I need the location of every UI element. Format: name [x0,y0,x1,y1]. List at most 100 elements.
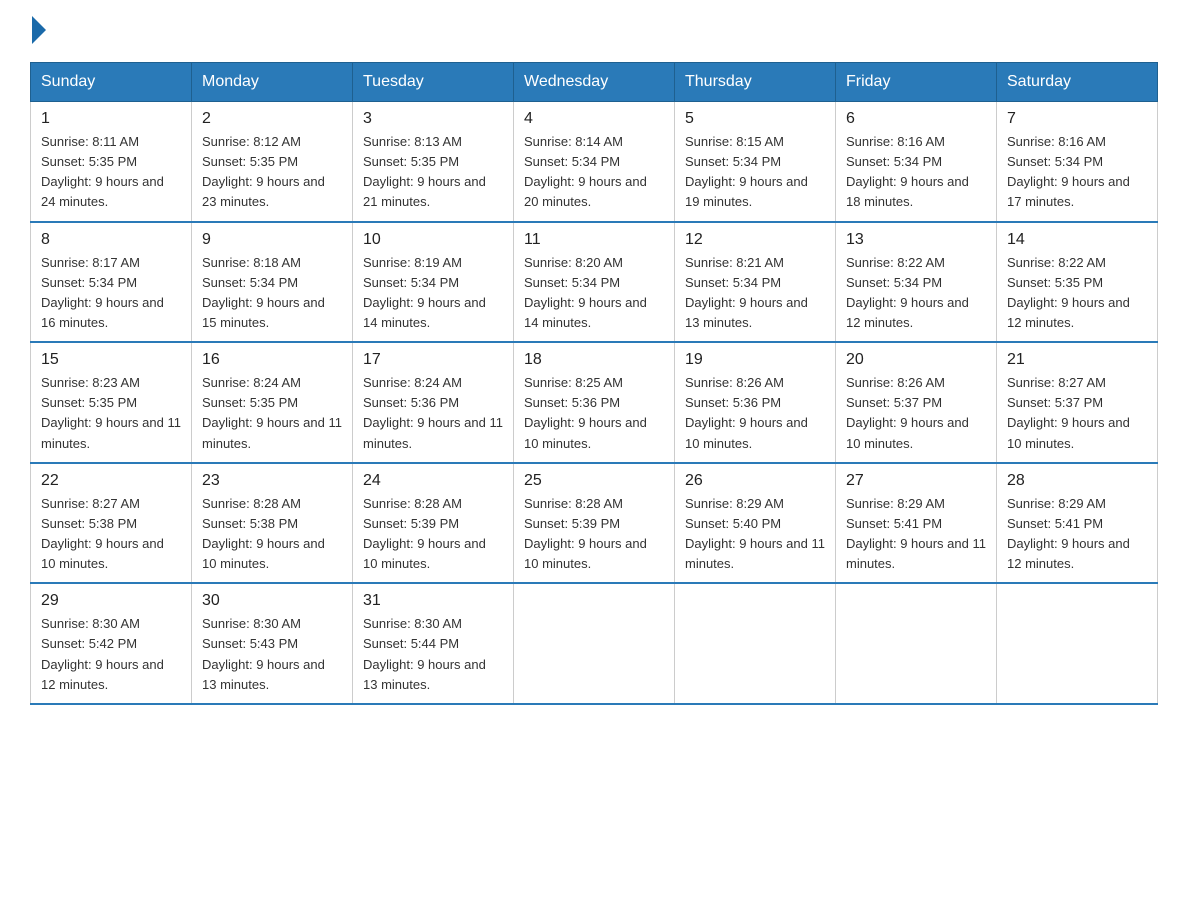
day-number: 4 [524,110,664,128]
day-number: 7 [1007,110,1147,128]
day-number: 29 [41,592,181,610]
day-number: 13 [846,231,986,249]
day-number: 31 [363,592,503,610]
day-info: Sunrise: 8:19 AMSunset: 5:34 PMDaylight:… [363,253,503,334]
day-info: Sunrise: 8:30 AMSunset: 5:43 PMDaylight:… [202,614,342,695]
day-header-wednesday: Wednesday [514,63,675,102]
day-info: Sunrise: 8:16 AMSunset: 5:34 PMDaylight:… [1007,132,1147,213]
calendar-cell [997,583,1158,704]
calendar-cell [514,583,675,704]
day-info: Sunrise: 8:27 AMSunset: 5:38 PMDaylight:… [41,494,181,575]
calendar-cell: 24Sunrise: 8:28 AMSunset: 5:39 PMDayligh… [353,463,514,584]
day-info: Sunrise: 8:15 AMSunset: 5:34 PMDaylight:… [685,132,825,213]
day-info: Sunrise: 8:14 AMSunset: 5:34 PMDaylight:… [524,132,664,213]
day-info: Sunrise: 8:13 AMSunset: 5:35 PMDaylight:… [363,132,503,213]
day-number: 18 [524,351,664,369]
day-info: Sunrise: 8:25 AMSunset: 5:36 PMDaylight:… [524,373,664,454]
day-info: Sunrise: 8:26 AMSunset: 5:37 PMDaylight:… [846,373,986,454]
calendar-cell: 4 Sunrise: 8:14 AMSunset: 5:34 PMDaylight… [514,102,675,222]
day-number: 23 [202,472,342,490]
day-number: 5 [685,110,825,128]
day-info: Sunrise: 8:29 AMSunset: 5:41 PMDaylight:… [1007,494,1147,575]
day-number: 25 [524,472,664,490]
week-row-3: 15Sunrise: 8:23 AMSunset: 5:35 PMDayligh… [31,342,1158,463]
calendar-cell: 1 Sunrise: 8:11 AMSunset: 5:35 PMDaylight… [31,102,192,222]
calendar-cell: 27 Sunrise: 8:29 AMSunset: 5:41 PMDayligh… [836,463,997,584]
logo [30,20,46,44]
calendar-cell: 16 Sunrise: 8:24 AMSunset: 5:35 PMDayligh… [192,342,353,463]
day-number: 10 [363,231,503,249]
calendar-cell: 31 Sunrise: 8:30 AMSunset: 5:44 PMDayligh… [353,583,514,704]
day-number: 28 [1007,472,1147,490]
calendar-cell: 3 Sunrise: 8:13 AMSunset: 5:35 PMDaylight… [353,102,514,222]
day-info: Sunrise: 8:18 AMSunset: 5:34 PMDaylight:… [202,253,342,334]
day-info: Sunrise: 8:22 AMSunset: 5:35 PMDaylight:… [1007,253,1147,334]
day-header-thursday: Thursday [675,63,836,102]
calendar-cell: 12Sunrise: 8:21 AMSunset: 5:34 PMDayligh… [675,222,836,343]
week-row-4: 22 Sunrise: 8:27 AMSunset: 5:38 PMDayligh… [31,463,1158,584]
calendar-cell: 18 Sunrise: 8:25 AMSunset: 5:36 PMDayligh… [514,342,675,463]
day-info: Sunrise: 8:11 AMSunset: 5:35 PMDaylight:… [41,132,181,213]
day-number: 6 [846,110,986,128]
day-number: 1 [41,110,181,128]
day-number: 20 [846,351,986,369]
day-info: Sunrise: 8:22 AMSunset: 5:34 PMDaylight:… [846,253,986,334]
calendar-cell: 20 Sunrise: 8:26 AMSunset: 5:37 PMDayligh… [836,342,997,463]
day-header-friday: Friday [836,63,997,102]
logo-triangle-icon [32,16,46,44]
day-info: Sunrise: 8:24 AMSunset: 5:36 PMDaylight:… [363,373,503,454]
day-info: Sunrise: 8:29 AMSunset: 5:40 PMDaylight:… [685,494,825,575]
calendar-cell: 29Sunrise: 8:30 AMSunset: 5:42 PMDayligh… [31,583,192,704]
calendar-cell: 25 Sunrise: 8:28 AMSunset: 5:39 PMDayligh… [514,463,675,584]
day-number: 19 [685,351,825,369]
calendar-cell [675,583,836,704]
calendar-cell: 9 Sunrise: 8:18 AMSunset: 5:34 PMDaylight… [192,222,353,343]
calendar-cell: 13 Sunrise: 8:22 AMSunset: 5:34 PMDayligh… [836,222,997,343]
day-number: 14 [1007,231,1147,249]
day-number: 8 [41,231,181,249]
calendar-table: SundayMondayTuesdayWednesdayThursdayFrid… [30,62,1158,705]
day-header-tuesday: Tuesday [353,63,514,102]
day-info: Sunrise: 8:16 AMSunset: 5:34 PMDaylight:… [846,132,986,213]
day-number: 16 [202,351,342,369]
day-number: 24 [363,472,503,490]
page-header [30,20,1158,44]
calendar-cell: 22 Sunrise: 8:27 AMSunset: 5:38 PMDayligh… [31,463,192,584]
calendar-cell: 17Sunrise: 8:24 AMSunset: 5:36 PMDayligh… [353,342,514,463]
days-header-row: SundayMondayTuesdayWednesdayThursdayFrid… [31,63,1158,102]
day-number: 9 [202,231,342,249]
day-number: 2 [202,110,342,128]
calendar-cell: 5 Sunrise: 8:15 AMSunset: 5:34 PMDaylight… [675,102,836,222]
day-number: 22 [41,472,181,490]
day-number: 21 [1007,351,1147,369]
day-number: 26 [685,472,825,490]
calendar-cell: 23 Sunrise: 8:28 AMSunset: 5:38 PMDayligh… [192,463,353,584]
calendar-cell: 8 Sunrise: 8:17 AMSunset: 5:34 PMDaylight… [31,222,192,343]
calendar-cell [836,583,997,704]
day-info: Sunrise: 8:28 AMSunset: 5:38 PMDaylight:… [202,494,342,575]
day-header-saturday: Saturday [997,63,1158,102]
calendar-cell: 6 Sunrise: 8:16 AMSunset: 5:34 PMDaylight… [836,102,997,222]
day-info: Sunrise: 8:17 AMSunset: 5:34 PMDaylight:… [41,253,181,334]
day-info: Sunrise: 8:28 AMSunset: 5:39 PMDaylight:… [524,494,664,575]
day-info: Sunrise: 8:12 AMSunset: 5:35 PMDaylight:… [202,132,342,213]
calendar-cell: 14 Sunrise: 8:22 AMSunset: 5:35 PMDayligh… [997,222,1158,343]
day-number: 3 [363,110,503,128]
week-row-2: 8 Sunrise: 8:17 AMSunset: 5:34 PMDaylight… [31,222,1158,343]
calendar-cell: 26 Sunrise: 8:29 AMSunset: 5:40 PMDayligh… [675,463,836,584]
day-number: 27 [846,472,986,490]
calendar-cell: 15Sunrise: 8:23 AMSunset: 5:35 PMDayligh… [31,342,192,463]
calendar-cell: 2 Sunrise: 8:12 AMSunset: 5:35 PMDaylight… [192,102,353,222]
day-number: 15 [41,351,181,369]
calendar-cell: 7 Sunrise: 8:16 AMSunset: 5:34 PMDaylight… [997,102,1158,222]
calendar-cell: 21Sunrise: 8:27 AMSunset: 5:37 PMDayligh… [997,342,1158,463]
day-info: Sunrise: 8:29 AMSunset: 5:41 PMDaylight:… [846,494,986,575]
day-info: Sunrise: 8:30 AMSunset: 5:44 PMDaylight:… [363,614,503,695]
week-row-1: 1 Sunrise: 8:11 AMSunset: 5:35 PMDaylight… [31,102,1158,222]
day-info: Sunrise: 8:26 AMSunset: 5:36 PMDaylight:… [685,373,825,454]
calendar-cell: 10 Sunrise: 8:19 AMSunset: 5:34 PMDayligh… [353,222,514,343]
week-row-5: 29Sunrise: 8:30 AMSunset: 5:42 PMDayligh… [31,583,1158,704]
day-info: Sunrise: 8:21 AMSunset: 5:34 PMDaylight:… [685,253,825,334]
day-info: Sunrise: 8:24 AMSunset: 5:35 PMDaylight:… [202,373,342,454]
day-info: Sunrise: 8:20 AMSunset: 5:34 PMDaylight:… [524,253,664,334]
